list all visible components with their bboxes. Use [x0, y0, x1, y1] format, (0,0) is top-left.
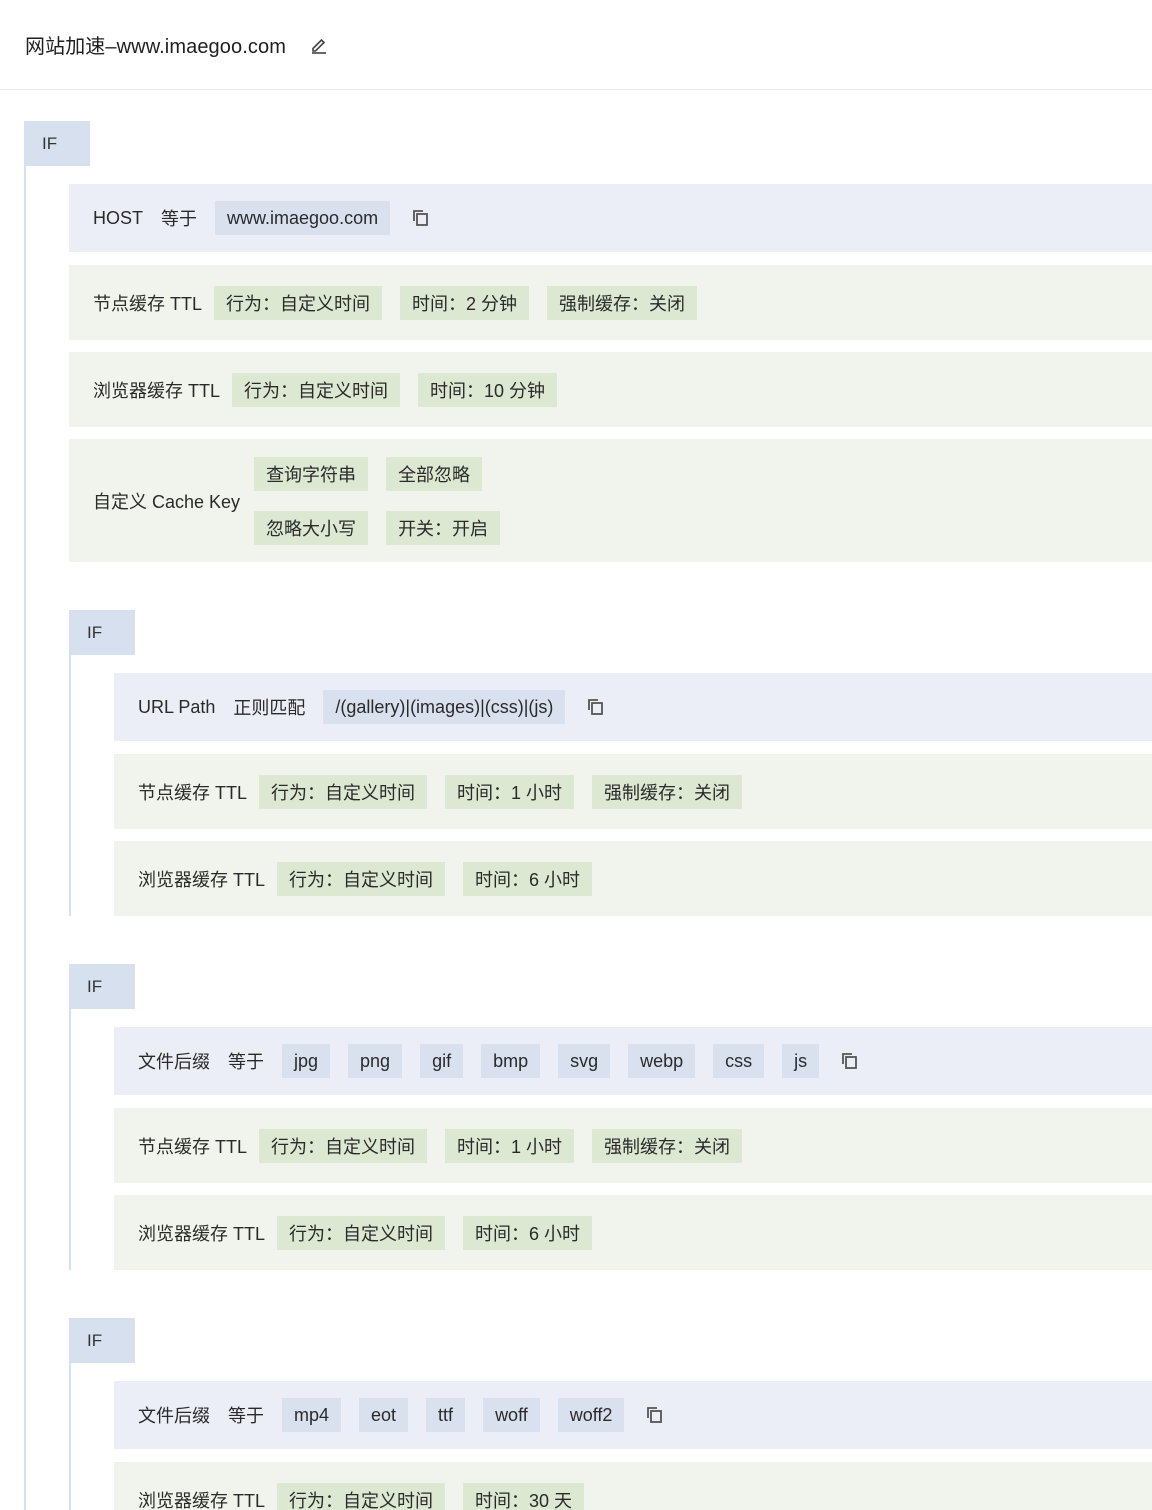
if-label: IF	[69, 964, 135, 1009]
behavior-chip: 行为：自定义时间	[214, 285, 383, 320]
force-cache-chip: 强制缓存：关闭	[592, 1128, 743, 1163]
time-chip: 时间：6 小时	[463, 861, 593, 896]
suffix-chip: png	[348, 1044, 403, 1078]
condition-operator: 正则匹配	[233, 698, 306, 718]
switch-chip: 开关：开启	[386, 510, 501, 545]
suffix-chip: jpg	[282, 1044, 331, 1078]
condition-row-url-path: URL Path 正则匹配 /(gallery)|(images)|(css)|…	[114, 673, 1152, 741]
action-label: 浏览器缓存 TTL	[138, 1223, 266, 1244]
suffix-chip: woff	[483, 1398, 540, 1432]
if-label: IF	[69, 1318, 135, 1363]
time-chip: 时间：6 小时	[463, 1215, 593, 1250]
suffix-chip: css	[713, 1044, 765, 1078]
action-label: 浏览器缓存 TTL	[138, 1490, 266, 1510]
action-row-cache-key: 自定义 Cache Key 查询字符串 全部忽略 忽略大小写 开关：开启	[69, 439, 1152, 562]
pencil-icon[interactable]	[308, 34, 330, 56]
action-row-browser-ttl: 浏览器缓存 TTL 行为：自定义时间 时间：6 小时	[114, 841, 1152, 916]
action-label: 浏览器缓存 TTL	[93, 380, 221, 401]
suffix-chip: js	[782, 1044, 820, 1078]
suffix-chip: svg	[558, 1044, 611, 1078]
condition-operator: 等于	[161, 209, 198, 229]
action-label: 浏览器缓存 TTL	[138, 869, 266, 890]
suffix-chip: ttf	[426, 1398, 466, 1432]
behavior-chip: 行为：自定义时间	[232, 372, 401, 407]
time-chip: 时间：10 分钟	[418, 372, 558, 407]
condition-row-file-suffix: 文件后缀 等于 mp4 eot ttf woff woff2	[114, 1381, 1152, 1449]
rule-connector-line	[24, 121, 26, 1510]
suffix-chip: gif	[420, 1044, 464, 1078]
time-chip: 时间：1 小时	[445, 774, 575, 809]
if-label: IF	[24, 121, 90, 166]
ignore-case-chip: 忽略大小写	[254, 510, 369, 545]
query-string-chip: 查询字符串	[254, 456, 369, 491]
time-chip: 时间：2 分钟	[400, 285, 530, 320]
action-label: 节点缓存 TTL	[93, 293, 203, 314]
condition-value-chip: /(gallery)|(images)|(css)|(js)	[323, 690, 566, 724]
copy-icon[interactable]	[585, 696, 607, 718]
action-row-node-ttl: 节点缓存 TTL 行为：自定义时间 时间：1 小时 强制缓存：关闭	[114, 754, 1152, 829]
suffix-chip: webp	[628, 1044, 696, 1078]
copy-icon[interactable]	[644, 1404, 666, 1426]
condition-field: HOST	[93, 207, 144, 228]
condition-value-chip: www.imaegoo.com	[215, 201, 391, 235]
time-chip: 时间：30 天	[463, 1482, 585, 1510]
condition-field: 文件后缀	[138, 1406, 210, 1426]
action-row-node-ttl: 节点缓存 TTL 行为：自定义时间 时间：1 小时 强制缓存：关闭	[114, 1108, 1152, 1183]
behavior-chip: 行为：自定义时间	[259, 774, 428, 809]
condition-operator: 等于	[228, 1406, 264, 1426]
page-title: 网站加速–www.imaegoo.com	[25, 36, 286, 58]
time-chip: 时间：1 小时	[445, 1128, 575, 1163]
condition-row-file-suffix: 文件后缀 等于 jpg png gif bmp svg webp css js	[114, 1027, 1152, 1095]
page-header: 网站加速–www.imaegoo.com	[0, 0, 1152, 90]
condition-row-host: HOST 等于 www.imaegoo.com	[69, 184, 1152, 252]
action-label: 自定义 Cache Key	[93, 491, 241, 512]
action-row-browser-ttl: 浏览器缓存 TTL 行为：自定义时间 时间：10 分钟	[69, 352, 1152, 427]
suffix-chip: woff2	[557, 1398, 625, 1432]
action-label: 节点缓存 TTL	[138, 782, 248, 803]
force-cache-chip: 强制缓存：关闭	[592, 774, 743, 809]
behavior-chip: 行为：自定义时间	[277, 1215, 446, 1250]
action-row-node-ttl: 节点缓存 TTL 行为：自定义时间 时间：2 分钟 强制缓存：关闭	[69, 265, 1152, 340]
behavior-chip: 行为：自定义时间	[277, 1482, 446, 1510]
rule-connector-line	[69, 964, 71, 1270]
suffix-chip: mp4	[282, 1398, 342, 1432]
copy-icon[interactable]	[410, 207, 432, 229]
if-label: IF	[69, 610, 135, 655]
action-label: 节点缓存 TTL	[138, 1136, 248, 1157]
action-row-browser-ttl: 浏览器缓存 TTL 行为：自定义时间 时间：30 天	[114, 1462, 1152, 1510]
condition-field: 文件后缀	[138, 1052, 210, 1072]
suffix-chip: eot	[359, 1398, 409, 1432]
condition-operator: 等于	[228, 1052, 264, 1072]
copy-icon[interactable]	[839, 1050, 861, 1072]
behavior-chip: 行为：自定义时间	[277, 861, 446, 896]
query-value-chip: 全部忽略	[386, 456, 483, 491]
behavior-chip: 行为：自定义时间	[259, 1128, 428, 1163]
condition-field: URL Path	[138, 696, 216, 717]
rule-connector-line	[69, 610, 71, 916]
action-row-browser-ttl: 浏览器缓存 TTL 行为：自定义时间 时间：6 小时	[114, 1195, 1152, 1270]
suffix-chip: bmp	[481, 1044, 541, 1078]
force-cache-chip: 强制缓存：关闭	[547, 285, 698, 320]
